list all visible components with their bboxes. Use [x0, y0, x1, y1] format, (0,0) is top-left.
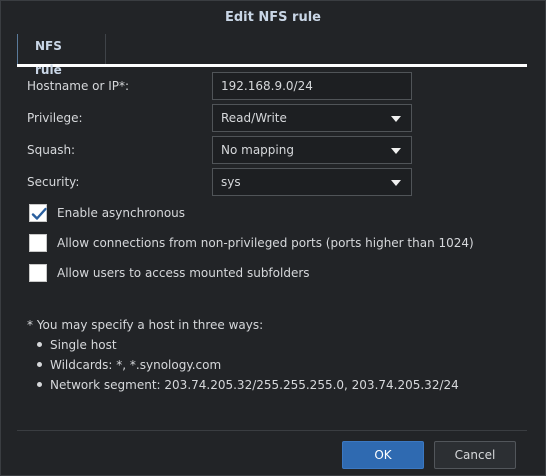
tab-nfs-rule[interactable]: NFS rule: [17, 34, 106, 77]
checkmark-icon: [31, 207, 47, 220]
privilege-select[interactable]: Read/Write: [212, 104, 412, 132]
note-item: Network segment: 203.74.205.32/255.255.2…: [27, 375, 459, 395]
squash-select[interactable]: No mapping: [212, 136, 412, 164]
chevron-down-icon: [391, 116, 401, 122]
bullet-icon: [37, 382, 42, 387]
security-label: Security:: [27, 175, 80, 189]
footer-divider: [17, 430, 527, 431]
bullet-icon: [37, 342, 42, 347]
squash-label: Squash:: [27, 143, 76, 157]
hostname-label: Hostname or IP*:: [27, 79, 130, 93]
mounted-subfolders-label: Allow users to access mounted subfolders: [57, 266, 310, 280]
security-select-value: sys: [221, 175, 241, 189]
tab-bar: NFS rule: [17, 34, 527, 77]
note-item-text: Single host: [50, 338, 117, 352]
cancel-button[interactable]: Cancel: [434, 441, 516, 469]
chevron-down-icon: [391, 180, 401, 186]
security-select[interactable]: sys: [212, 168, 412, 196]
enable-async-checkbox[interactable]: [29, 204, 47, 222]
note-item-text: Wildcards: *, *.synology.com: [50, 358, 222, 372]
note-heading: * You may specify a host in three ways:: [27, 318, 264, 332]
hostname-row: Hostname or IP*:: [27, 72, 417, 100]
privilege-select-value: Read/Write: [221, 111, 287, 125]
note-item: Wildcards: *, *.synology.com: [27, 355, 459, 375]
note-item: Single host: [27, 335, 459, 355]
non-privileged-ports-label: Allow connections from non-privileged po…: [57, 236, 474, 250]
dialog-title: Edit NFS rule: [225, 10, 321, 25]
mounted-subfolders-checkbox[interactable]: [29, 264, 47, 282]
privilege-label: Privilege:: [27, 111, 83, 125]
hostname-field-box: [212, 72, 412, 100]
host-format-note: * You may specify a host in three ways: …: [27, 315, 459, 395]
edit-nfs-rule-dialog: Edit NFS rule NFS rule Hostname or IP*: …: [0, 0, 546, 476]
non-privileged-ports-checkbox[interactable]: [29, 234, 47, 252]
enable-async-label: Enable asynchronous: [57, 206, 186, 220]
bullet-icon: [37, 362, 42, 367]
privilege-row: Privilege: Read/Write: [27, 104, 417, 132]
hostname-input[interactable]: [221, 74, 401, 98]
security-row: Security: sys: [27, 168, 417, 196]
note-item-text: Network segment: 203.74.205.32/255.255.2…: [50, 378, 459, 392]
squash-select-value: No mapping: [221, 143, 294, 157]
ok-button[interactable]: OK: [342, 441, 424, 469]
chevron-down-icon: [391, 148, 401, 154]
squash-row: Squash: No mapping: [27, 136, 417, 164]
